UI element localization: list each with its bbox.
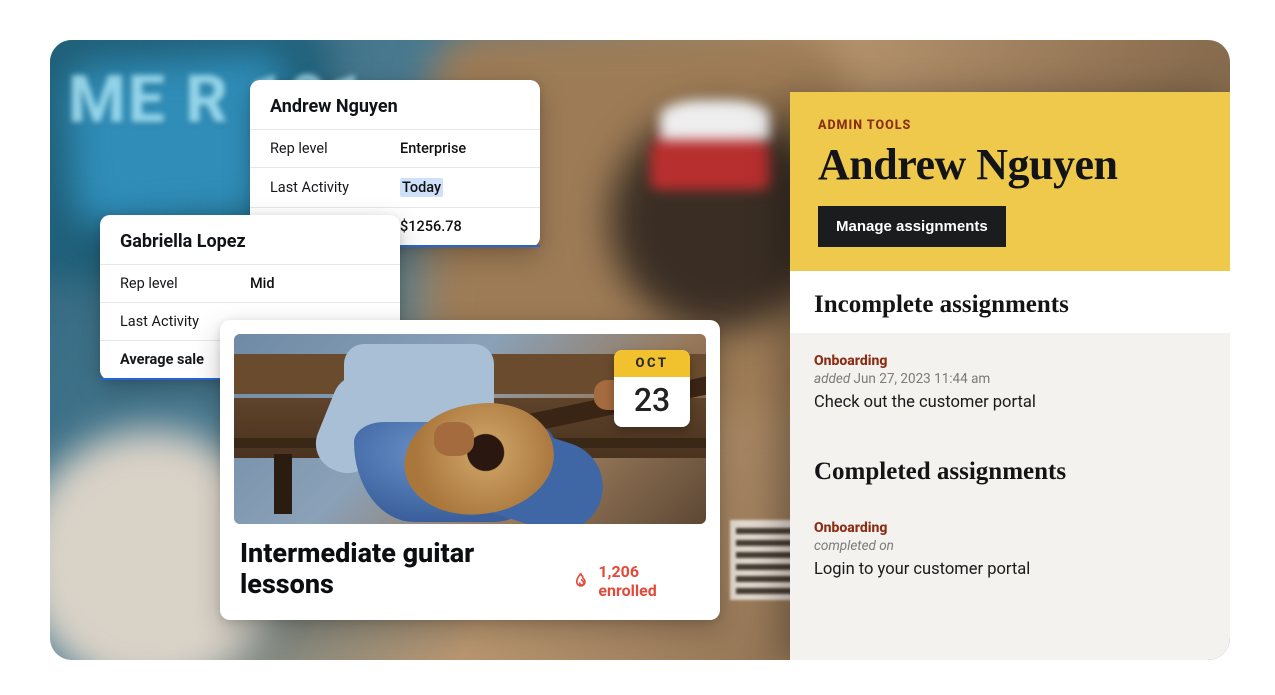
assignment-tag: Onboarding [814, 520, 1206, 536]
profile-row-last-activity[interactable]: Last Activity Today [250, 167, 540, 207]
section-title-completed: Completed assignments [790, 438, 1230, 500]
lesson-hero-image: OCT 23 [234, 334, 706, 524]
canvas: ME R 101 Andrew Nguyen Rep level Enterpr… [50, 40, 1230, 660]
admin-user-name: Andrew Nguyen [818, 139, 1202, 190]
lesson-title: Intermediate guitar lessons [240, 538, 571, 600]
admin-header: ADMIN TOOLS Andrew Nguyen Manage assignm… [790, 92, 1230, 271]
assignment-meta: added Jun 27, 2023 11:44 am [814, 371, 1206, 387]
lesson-card[interactable]: OCT 23 Intermediate guitar lessons 1,206… [220, 320, 720, 620]
profile-row-label: Rep level [120, 275, 250, 292]
assignment-item[interactable]: Onboarding added Jun 27, 2023 11:44 am C… [790, 333, 1230, 438]
date-day: 23 [614, 377, 690, 427]
profile-name: Andrew Nguyen [250, 80, 540, 129]
profile-row-label: Last Activity [270, 179, 400, 196]
assignment-meta: completed on [814, 538, 1206, 554]
assignment-item[interactable]: Onboarding completed on Login to your cu… [790, 500, 1230, 605]
profile-row-rep-level[interactable]: Rep level Mid [100, 264, 400, 302]
bg-blob [660, 100, 770, 140]
admin-panel: ADMIN TOOLS Andrew Nguyen Manage assignm… [790, 92, 1230, 660]
admin-eyebrow: ADMIN TOOLS [818, 118, 1202, 133]
profile-row-value: $1256.78 [400, 218, 462, 235]
assignment-title: Login to your customer portal [814, 560, 1206, 579]
section-title-incomplete: Incomplete assignments [790, 271, 1230, 333]
profile-name: Gabriella Lopez [100, 215, 400, 264]
profile-row-value: Today [400, 178, 443, 197]
enrolled-stat: 1,206 enrolled [571, 562, 700, 600]
profile-row-rep-level[interactable]: Rep level Enterprise [250, 129, 540, 167]
manage-assignments-button[interactable]: Manage assignments [818, 206, 1006, 247]
assignment-tag: Onboarding [814, 353, 1206, 369]
date-badge: OCT 23 [614, 350, 690, 427]
enrolled-count: 1,206 enrolled [598, 562, 700, 600]
profile-row-value: Mid [250, 275, 275, 292]
assignment-title: Check out the customer portal [814, 393, 1206, 412]
date-month: OCT [614, 350, 690, 377]
profile-row-value: Enterprise [400, 140, 466, 157]
profile-row-label: Rep level [270, 140, 400, 157]
flame-icon [571, 571, 591, 591]
